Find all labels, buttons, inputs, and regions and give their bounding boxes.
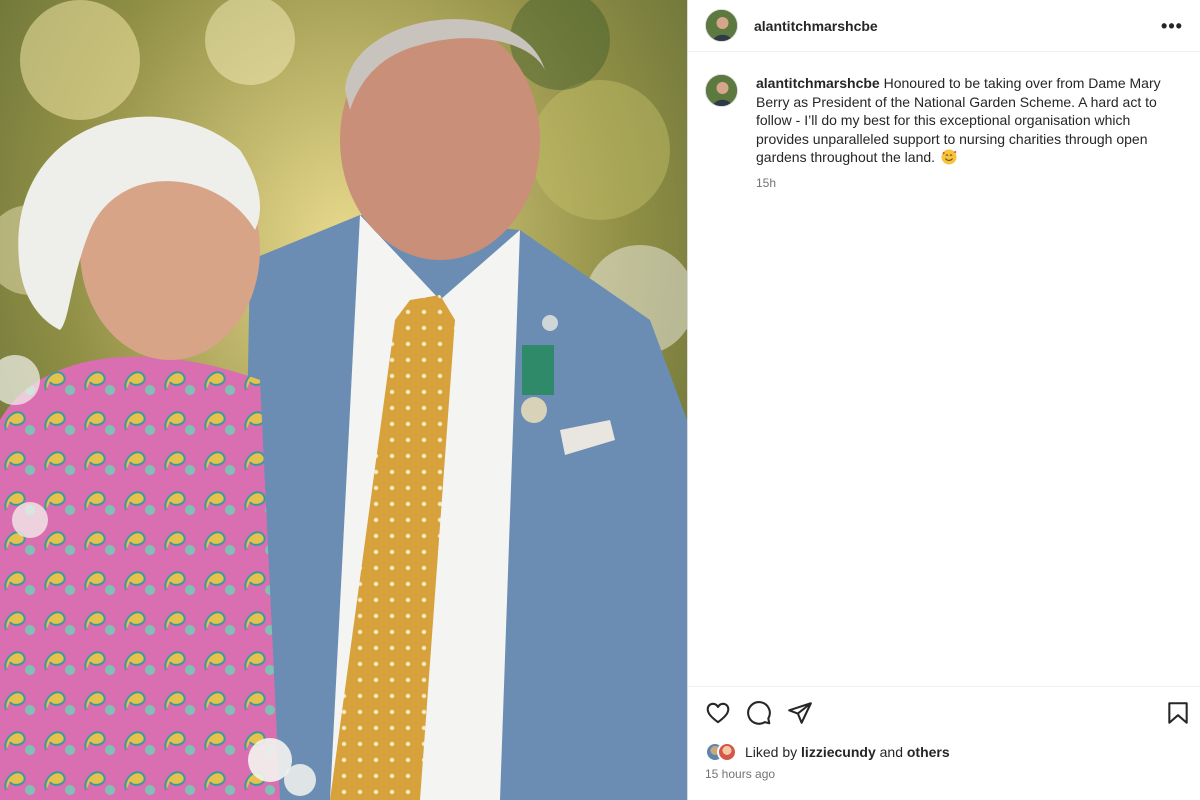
share-button[interactable] xyxy=(787,700,813,726)
caption-section: alantitchmarshcbe Honoured to be taking … xyxy=(688,52,1200,190)
save-button[interactable] xyxy=(1165,700,1191,726)
more-icon: ••• xyxy=(1161,15,1183,36)
post-photo[interactable] xyxy=(0,0,687,800)
post-actions-section: Liked by lizziecundy and others 15 hours… xyxy=(688,686,1200,800)
likes-summary: Liked by lizziecundy and others xyxy=(705,741,950,763)
likes-others-link[interactable]: others xyxy=(907,744,950,760)
likes-middle: and xyxy=(875,744,907,760)
heart-icon xyxy=(706,702,730,724)
liker-avatar xyxy=(717,742,737,762)
comment-button[interactable] xyxy=(746,700,772,726)
comment-icon xyxy=(747,701,771,725)
caption-body: alantitchmarshcbe Honoured to be taking … xyxy=(756,74,1176,190)
liker-avatars[interactable] xyxy=(705,741,745,763)
post-header: alantitchmarshcbe ••• xyxy=(688,0,1200,52)
smiling-face-with-hearts-icon xyxy=(941,149,957,165)
photo-illustration xyxy=(0,0,687,800)
post-side-panel: alantitchmarshcbe ••• alantitchmarshcbe … xyxy=(687,0,1200,800)
caption-username[interactable]: alantitchmarshcbe xyxy=(756,75,880,91)
bookmark-icon xyxy=(1168,702,1188,724)
header-username[interactable]: alantitchmarshcbe xyxy=(754,18,878,34)
avatar[interactable] xyxy=(705,9,738,42)
post-date: 15 hours ago xyxy=(705,767,776,781)
action-bar xyxy=(688,687,1200,739)
caption-avatar[interactable] xyxy=(705,74,738,107)
more-options-button[interactable]: ••• xyxy=(1160,14,1184,38)
likes-prefix: Liked by xyxy=(745,744,802,760)
like-button[interactable] xyxy=(705,700,731,726)
caption-timestamp: 15h xyxy=(756,175,777,190)
likes-username[interactable]: lizziecundy xyxy=(801,744,876,760)
caption-text: alantitchmarshcbe Honoured to be taking … xyxy=(756,74,1176,167)
likes-text: Liked by lizziecundy and others xyxy=(745,744,950,760)
paper-plane-icon xyxy=(788,702,812,724)
